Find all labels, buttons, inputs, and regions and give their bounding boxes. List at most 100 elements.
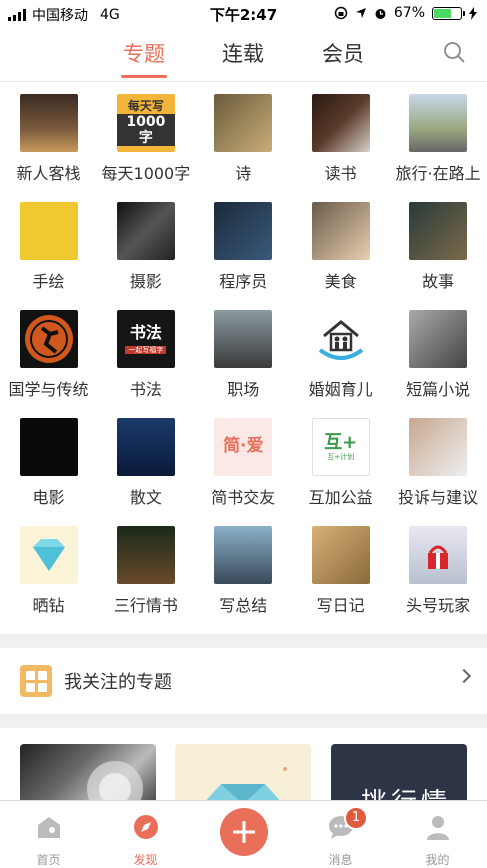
topic-jianshu-love-logo[interactable]: 简·爱简书交友	[195, 418, 292, 508]
notebook-photo-icon	[311, 526, 370, 584]
thumb-text: 互+	[324, 431, 358, 453]
tab-topics[interactable]: 专题	[121, 38, 167, 78]
topic-label: 美食	[324, 272, 357, 291]
poet-painting-icon	[214, 94, 273, 152]
greek-vase-figure-icon	[19, 310, 78, 368]
topic-chocolate-book-photo[interactable]: 读书	[292, 94, 389, 184]
topic-family-house-icon[interactable]: 婚姻育儿	[292, 310, 389, 400]
topic-food-photo[interactable]: 美食	[292, 202, 389, 292]
topic-hujia-charity-logo[interactable]: 互+ 互+计划互加公益	[292, 418, 389, 508]
jianshu-love-logo-icon: 简·爱	[214, 418, 273, 476]
battery-percent: 67%	[393, 5, 425, 21]
topic-poet-painting[interactable]: 诗	[195, 94, 292, 184]
plus-button[interactable]	[220, 808, 268, 856]
hujia-charity-logo-icon: 互+ 互+计划	[311, 418, 370, 476]
moonlit-sea-photo-icon	[116, 418, 175, 476]
topic-programmer-photo[interactable]: 程序员	[195, 202, 292, 292]
followed-topics-row[interactable]: 我关注的专题	[0, 648, 487, 714]
dark-title-card[interactable]: 挑行情	[331, 744, 467, 804]
topic-label: 手绘	[32, 272, 65, 291]
recommended-cards: 挑行情	[0, 744, 487, 804]
topic-label: 写日记	[316, 596, 365, 615]
topic-daily-1000-words-logo[interactable]: 每天写 1000字 每天1000字	[97, 94, 194, 184]
chevron-right-icon	[456, 668, 472, 684]
tab-serial-label: 连载	[222, 42, 264, 66]
nav-discover[interactable]: 发现	[97, 801, 194, 867]
night-street-photo-icon	[116, 526, 175, 584]
tab-members[interactable]: 会员	[320, 38, 366, 68]
cliff-sea-photo-icon	[214, 526, 273, 584]
topic-godfather-photo[interactable]: 电影	[0, 418, 97, 508]
topic-label: 三行情书	[113, 596, 178, 615]
inn-photo-icon	[19, 94, 78, 152]
nav-discover-label: 发现	[133, 853, 158, 867]
nav-home[interactable]: 首页	[0, 801, 97, 867]
topic-cliff-sea-photo[interactable]: 写总结	[195, 526, 292, 616]
thumb-subtext: 一起写福字	[125, 346, 167, 355]
road-photo-icon	[409, 94, 468, 152]
message-badge: 1	[344, 806, 368, 830]
topic-label: 写总结	[219, 596, 268, 615]
thumb-text: 简·爱	[223, 436, 264, 457]
topic-woman-smile-photo[interactable]: 投诉与建议	[390, 418, 487, 508]
tab-topics-label: 专题	[123, 42, 165, 66]
thumb-subtext: 1000字	[116, 113, 175, 146]
topic-label: 新人客栈	[16, 164, 81, 183]
diamond-card[interactable]	[175, 744, 311, 804]
topic-gift-photo[interactable]: 头号玩家	[390, 526, 487, 616]
dandelion-card[interactable]	[20, 744, 156, 804]
topic-office-photo[interactable]: 职场	[195, 310, 292, 400]
charging-icon	[469, 6, 477, 20]
topic-label: 读书	[324, 164, 357, 183]
programmer-photo-icon	[214, 202, 273, 260]
topic-inn-photo[interactable]: 新人客栈	[0, 94, 97, 184]
chocolate-book-photo-icon	[311, 94, 370, 152]
section-divider	[0, 714, 487, 728]
calligraphy-logo-icon: 书法 一起写福字	[116, 310, 175, 368]
topic-label: 旅行·在路上	[395, 164, 481, 183]
paintbrushes-photo-icon	[19, 202, 78, 260]
typewriter-photo-icon	[409, 310, 468, 368]
topic-greek-vase-figure[interactable]: 国学与传统	[0, 310, 97, 400]
grid-icon	[20, 665, 52, 697]
search-icon[interactable]	[443, 41, 465, 63]
topic-label: 婚姻育儿	[308, 380, 373, 399]
camera-photo-icon	[116, 202, 175, 260]
nav-profile[interactable]: 我的	[389, 801, 486, 867]
topic-label: 投诉与建议	[398, 488, 479, 507]
thumb-text: 书法	[129, 322, 162, 342]
topic-label: 书法	[129, 380, 162, 399]
topic-story-painting[interactable]: 故事	[390, 202, 487, 292]
topic-night-street-photo[interactable]: 三行情书	[97, 526, 194, 616]
story-painting-icon	[409, 202, 468, 260]
topic-label: 简书交友	[211, 488, 276, 507]
topic-paintbrushes-photo[interactable]: 手绘	[0, 202, 97, 292]
topic-label: 短篇小说	[406, 380, 471, 399]
location-icon	[355, 8, 366, 18]
diamond-illustration-icon	[203, 767, 287, 804]
topic-moonlit-sea-photo[interactable]: 散文	[97, 418, 194, 508]
alarm-icon	[375, 8, 386, 19]
topic-label: 电影	[32, 488, 65, 507]
topic-diamond-icon[interactable]: 晒钻	[0, 526, 97, 616]
thumb-text: 每天写	[127, 99, 164, 113]
tab-members-label: 会员	[322, 42, 364, 66]
top-tab-bar: 专题 连载 会员	[0, 26, 487, 82]
nav-messages-label: 消息	[328, 853, 353, 867]
topic-calligraphy-logo[interactable]: 书法 一起写福字 书法	[97, 310, 194, 400]
diamond-icon-icon	[19, 526, 78, 584]
topic-road-photo[interactable]: 旅行·在路上	[390, 94, 487, 184]
topic-label: 互加公益	[308, 488, 373, 507]
profile-icon	[426, 816, 449, 840]
active-tab-underline	[121, 75, 167, 78]
tab-serial[interactable]: 连载	[220, 38, 266, 68]
woman-smile-photo-icon	[409, 418, 468, 476]
lock-rotation-icon	[334, 6, 348, 20]
nav-messages[interactable]: 消息	[292, 801, 389, 867]
nav-profile-label: 我的	[425, 853, 450, 867]
topic-camera-photo[interactable]: 摄影	[97, 202, 194, 292]
followed-topics-label: 我关注的专题	[64, 672, 172, 693]
office-photo-icon	[214, 310, 273, 368]
topic-notebook-photo[interactable]: 写日记	[292, 526, 389, 616]
topic-typewriter-photo[interactable]: 短篇小说	[390, 310, 487, 400]
